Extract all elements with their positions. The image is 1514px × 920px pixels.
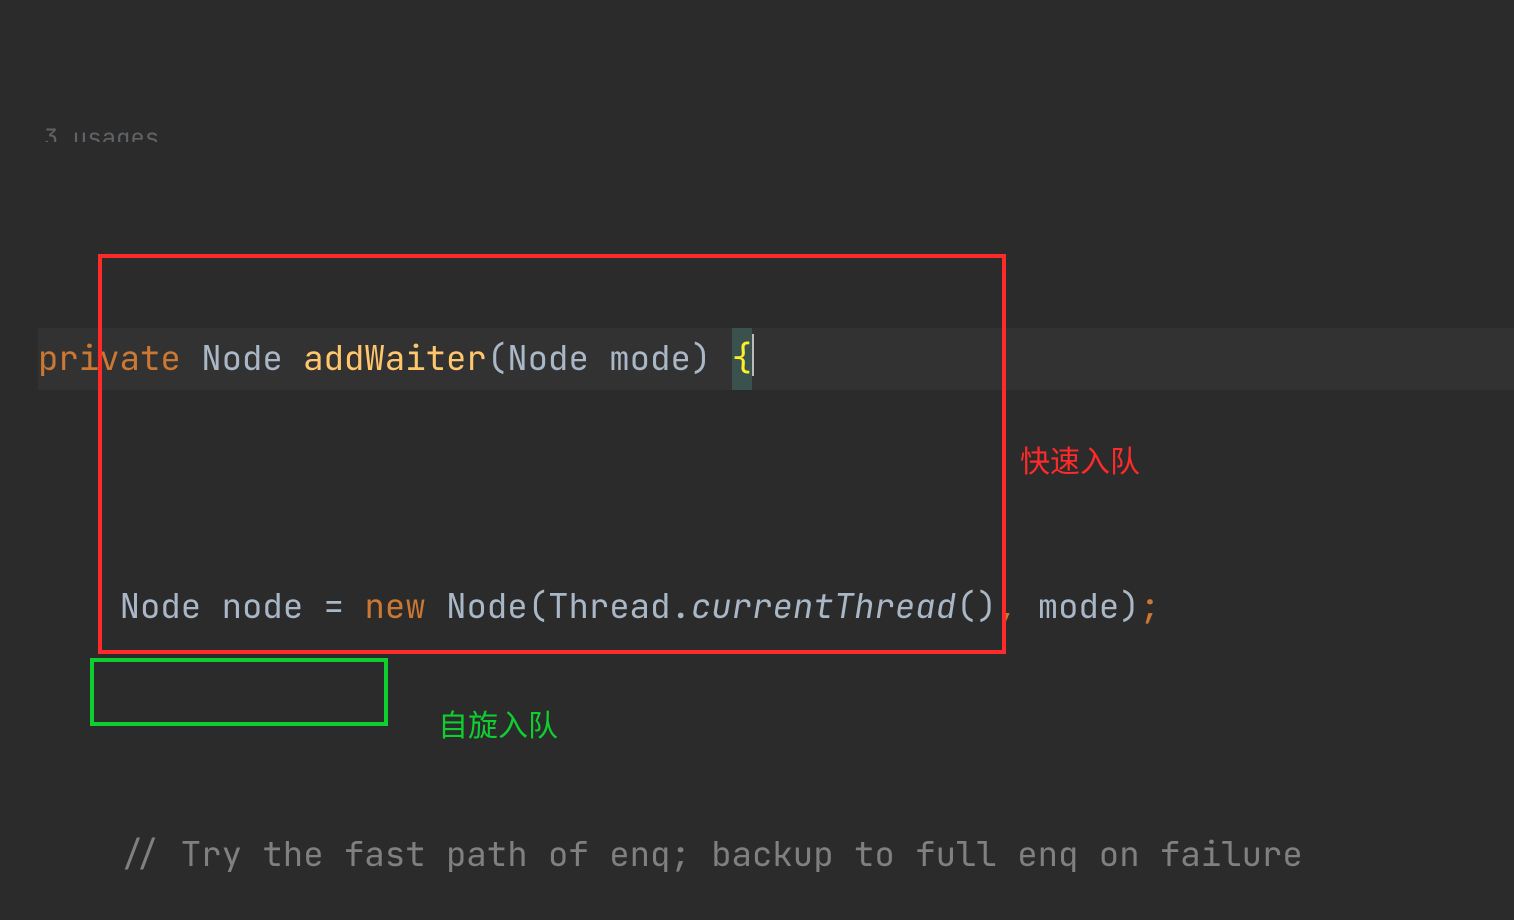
- text-caret: [752, 334, 754, 376]
- matched-brace-open: {: [732, 328, 752, 390]
- arg: mode: [1038, 584, 1120, 629]
- annotation-box-green: [90, 658, 388, 726]
- class-ref: Thread: [548, 584, 670, 629]
- annotation-label-green: 自旋入队: [438, 696, 558, 758]
- paren-open: (: [487, 336, 507, 381]
- semicolon: ;: [1140, 584, 1160, 629]
- paren-close: ): [1119, 584, 1139, 629]
- op-eq: =: [324, 584, 344, 629]
- paren-open: (: [528, 584, 548, 629]
- parens: (): [956, 584, 997, 629]
- var: node: [222, 584, 304, 629]
- ctor: Node: [446, 584, 528, 629]
- type: Node: [120, 584, 202, 629]
- code-line: Node node = new Node(Thread.currentThrea…: [38, 576, 1514, 638]
- paren-close: ): [691, 336, 711, 381]
- dot: .: [670, 584, 690, 629]
- code-line-comment: // Try the fast path of enq; backup to f…: [38, 824, 1514, 886]
- return-type: Node: [201, 336, 283, 381]
- code-editor[interactable]: 3 usages private Node addWaiter(Node mod…: [0, 0, 1514, 920]
- method-name: addWaiter: [303, 336, 487, 381]
- comma: ,: [997, 584, 1038, 629]
- static-method: currentThread: [691, 584, 956, 629]
- usages-hint: 3 usages: [38, 124, 1514, 142]
- annotation-label-red: 快速入队: [1020, 432, 1140, 494]
- keyword-new: new: [364, 584, 425, 629]
- comment: // Try the fast path of enq; backup to f…: [120, 832, 1303, 877]
- param-name: mode: [609, 336, 691, 381]
- keyword-private: private: [38, 336, 181, 381]
- param-type: Node: [507, 336, 589, 381]
- code-line-signature: private Node addWaiter(Node mode) {: [38, 328, 1514, 390]
